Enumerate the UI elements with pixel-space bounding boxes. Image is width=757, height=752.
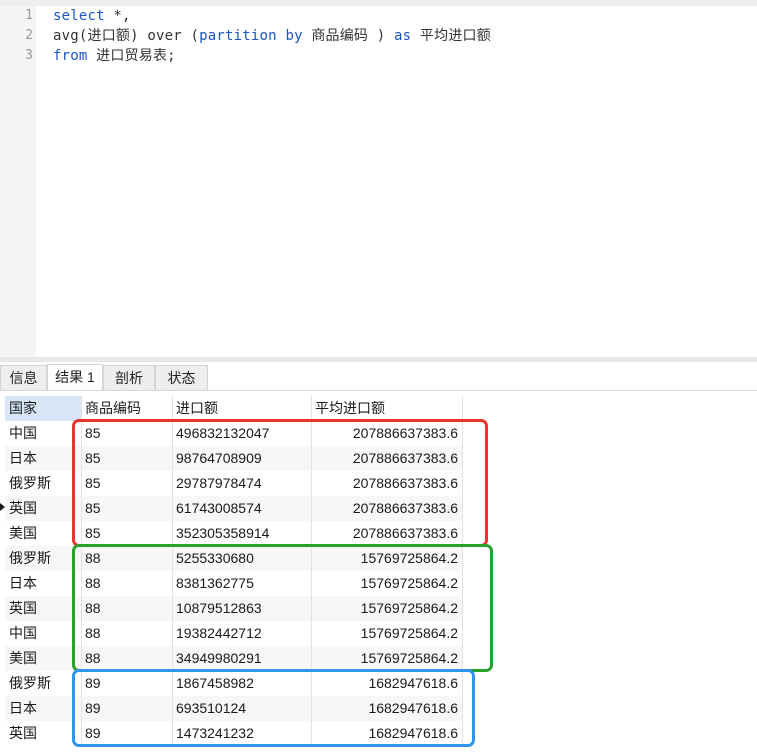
sql-text: avg(进口额) over ( [53, 28, 200, 44]
column-header-import-amount[interactable]: 进口额 [173, 396, 312, 421]
cell-avg-import-amount[interactable]: 15769725864.2 [312, 596, 463, 621]
cell-import-amount[interactable]: 34949980291 [173, 646, 312, 671]
cell-product-code[interactable]: 89 [82, 671, 173, 696]
cell-product-code[interactable]: 88 [82, 571, 173, 596]
cell-import-amount[interactable]: 98764708909 [173, 446, 312, 471]
cell-avg-import-amount[interactable]: 15769725864.2 [312, 621, 463, 646]
grid-header-row: 国家 商品编码 进口额 平均进口额 [5, 396, 463, 421]
cell-country[interactable]: 日本 [5, 696, 82, 721]
cell-import-amount[interactable]: 5255330680 [173, 546, 312, 571]
cell-product-code[interactable]: 89 [82, 696, 173, 721]
cell-import-amount[interactable]: 1867458982 [173, 671, 312, 696]
sql-text: 商品编码 ) [302, 28, 395, 44]
sql-keyword: select [53, 8, 105, 24]
cell-product-code[interactable]: 85 [82, 521, 173, 546]
sql-keyword: partition by [199, 28, 303, 44]
cell-country[interactable]: 俄罗斯 [5, 546, 82, 571]
cell-import-amount[interactable]: 693510124 [173, 696, 312, 721]
tab-status[interactable]: 状态 [155, 365, 208, 390]
cell-product-code[interactable]: 88 [82, 546, 173, 571]
table-row[interactable]: 美国 85 352305358914 207886637383.6 [5, 521, 463, 546]
code-text: from 进口贸易表; [53, 46, 176, 66]
cell-import-amount[interactable]: 10879512863 [173, 596, 312, 621]
cell-country[interactable]: 英国 [5, 596, 82, 621]
cell-avg-import-amount[interactable]: 15769725864.2 [312, 571, 463, 596]
code-text: select *, [53, 6, 131, 26]
table-row[interactable]: 美国 88 34949980291 15769725864.2 [5, 646, 463, 671]
cell-product-code[interactable]: 88 [82, 596, 173, 621]
table-row[interactable]: 日本 88 8381362775 15769725864.2 [5, 571, 463, 596]
cell-avg-import-amount[interactable]: 207886637383.6 [312, 421, 463, 446]
cell-country[interactable]: 中国 [5, 421, 82, 446]
table-row[interactable]: 英国 88 10879512863 15769725864.2 [5, 596, 463, 621]
cell-product-code[interactable]: 88 [82, 621, 173, 646]
cell-country[interactable]: 中国 [5, 621, 82, 646]
cell-country[interactable]: 英国 [5, 721, 82, 746]
column-header-country[interactable]: 国家 [5, 396, 82, 421]
cell-import-amount[interactable]: 61743008574 [173, 496, 312, 521]
cell-product-code[interactable]: 85 [82, 496, 173, 521]
cell-country[interactable]: 日本 [5, 446, 82, 471]
cell-avg-import-amount[interactable]: 207886637383.6 [312, 496, 463, 521]
current-row-arrow-icon [0, 503, 5, 511]
cell-product-code[interactable]: 85 [82, 421, 173, 446]
line-number: 1 [25, 8, 33, 23]
sql-text: *, [104, 8, 131, 24]
cell-product-code[interactable]: 85 [82, 446, 173, 471]
cell-import-amount[interactable]: 29787978474 [173, 471, 312, 496]
cell-product-code[interactable]: 85 [82, 471, 173, 496]
table-row[interactable]: 中国 88 19382442712 15769725864.2 [5, 621, 463, 646]
cell-product-code[interactable]: 88 [82, 646, 173, 671]
line-number: 2 [25, 28, 33, 43]
table-row[interactable]: 英国 89 1473241232 1682947618.6 [5, 721, 463, 746]
cell-avg-import-amount[interactable]: 1682947618.6 [312, 696, 463, 721]
sql-text: 进口贸易表; [87, 48, 176, 64]
cell-avg-import-amount[interactable]: 1682947618.6 [312, 721, 463, 746]
table-row[interactable]: 俄罗斯 85 29787978474 207886637383.6 [5, 471, 463, 496]
code-text: avg(进口额) over (partition by 商品编码 ) as 平均… [53, 26, 491, 46]
sql-text: 平均进口额 [411, 28, 491, 44]
cell-avg-import-amount[interactable]: 1682947618.6 [312, 671, 463, 696]
sql-keyword: from [53, 48, 88, 64]
table-row[interactable]: 俄罗斯 89 1867458982 1682947618.6 [5, 671, 463, 696]
tab-profile[interactable]: 剖析 [103, 365, 155, 390]
column-header-avg-import-amount[interactable]: 平均进口额 [312, 396, 463, 421]
cell-avg-import-amount[interactable]: 15769725864.2 [312, 646, 463, 671]
cell-avg-import-amount[interactable]: 207886637383.6 [312, 471, 463, 496]
cell-avg-import-amount[interactable]: 207886637383.6 [312, 521, 463, 546]
sql-keyword: as [394, 28, 412, 44]
column-header-product-code[interactable]: 商品编码 [82, 396, 173, 421]
cell-country[interactable]: 美国 [5, 646, 82, 671]
result-grid[interactable]: 国家 商品编码 进口额 平均进口额 中国 85 496832132047 2078866373… [0, 396, 757, 752]
cell-country[interactable]: 俄罗斯 [5, 471, 82, 496]
table-row[interactable]: 日本 89 693510124 1682947618.6 [5, 696, 463, 721]
cell-import-amount[interactable]: 1473241232 [173, 721, 312, 746]
cell-import-amount[interactable]: 8381362775 [173, 571, 312, 596]
cell-avg-import-amount[interactable]: 15769725864.2 [312, 546, 463, 571]
cell-product-code[interactable]: 89 [82, 721, 173, 746]
cell-country[interactable]: 美国 [5, 521, 82, 546]
cell-country[interactable]: 英国 [5, 496, 82, 521]
cell-avg-import-amount[interactable]: 207886637383.6 [312, 446, 463, 471]
table-row[interactable]: 英国 85 61743008574 207886637383.6 [5, 496, 463, 521]
tab-result-1[interactable]: 结果 1 [47, 364, 103, 390]
result-tabs: 信息 结果 1 剖析 状态 [0, 362, 757, 391]
line-number: 3 [25, 48, 33, 63]
tab-info[interactable]: 信息 [0, 365, 47, 390]
cell-country[interactable]: 日本 [5, 571, 82, 596]
cell-country[interactable]: 俄罗斯 [5, 671, 82, 696]
cell-import-amount[interactable]: 496832132047 [173, 421, 312, 446]
table-row[interactable]: 日本 85 98764708909 207886637383.6 [5, 446, 463, 471]
table-row[interactable]: 中国 85 496832132047 207886637383.6 [5, 421, 463, 446]
table-row[interactable]: 俄罗斯 88 5255330680 15769725864.2 [5, 546, 463, 571]
cell-import-amount[interactable]: 352305358914 [173, 521, 312, 546]
sql-editor[interactable]: 1 select *, 2 avg(进口额) over (partition by 商… [0, 0, 757, 357]
cell-import-amount[interactable]: 19382442712 [173, 621, 312, 646]
